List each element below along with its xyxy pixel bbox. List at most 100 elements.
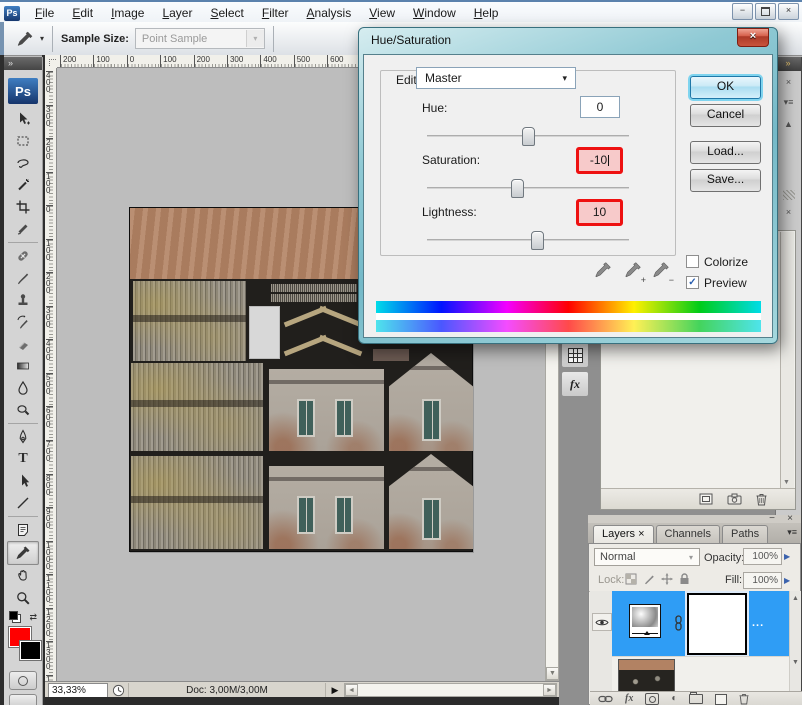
menu-item[interactable]: File bbox=[26, 4, 63, 22]
preview-checkbox[interactable]: ✓ bbox=[686, 276, 699, 289]
horizontal-scrollbar[interactable]: ◄ ► bbox=[344, 683, 557, 697]
panel-menu-icon[interactable]: ▾≡ bbox=[776, 96, 801, 108]
layer-name[interactable]: ... bbox=[752, 617, 764, 629]
new-layer-icon[interactable] bbox=[715, 694, 727, 705]
healing-brush-tool[interactable] bbox=[4, 245, 42, 267]
lock-position-move-icon[interactable] bbox=[661, 573, 673, 585]
close-button[interactable]: × bbox=[778, 3, 799, 20]
menu-item[interactable]: Filter bbox=[253, 4, 298, 22]
minimize-button[interactable]: − bbox=[732, 3, 753, 20]
scroll-down-icon[interactable]: ▼ bbox=[792, 659, 799, 666]
blur-tool[interactable] bbox=[4, 377, 42, 399]
timing-icon[interactable] bbox=[108, 683, 129, 698]
line-tool[interactable] bbox=[4, 492, 42, 514]
swatches-panel-button[interactable] bbox=[561, 342, 589, 368]
dodge-tool[interactable] bbox=[4, 399, 42, 421]
layer-style-fx-icon[interactable]: fx bbox=[625, 693, 633, 705]
eraser-tool[interactable] bbox=[4, 333, 42, 355]
marquee-tool[interactable] bbox=[4, 130, 42, 152]
menu-item[interactable]: Analysis bbox=[298, 4, 361, 22]
scroll-right-button[interactable]: ► bbox=[543, 684, 556, 696]
saturation-slider-thumb[interactable] bbox=[511, 179, 524, 198]
crop-tool[interactable] bbox=[4, 196, 42, 218]
scroll-down-icon[interactable]: ▼ bbox=[783, 479, 790, 486]
load-button[interactable]: Load... bbox=[690, 141, 761, 164]
panel-menu-icon[interactable]: ▾≡ bbox=[787, 527, 797, 538]
layer-mask-link-icon[interactable] bbox=[674, 615, 683, 631]
menu-item[interactable]: Edit bbox=[63, 4, 102, 22]
hand-tool[interactable] bbox=[4, 565, 42, 587]
hue-input[interactable]: 0 bbox=[580, 96, 620, 118]
new-document-from-state-icon[interactable] bbox=[699, 493, 713, 505]
menu-item[interactable]: Layer bbox=[153, 4, 201, 22]
move-tool[interactable] bbox=[4, 108, 42, 130]
dock-collapse-button[interactable]: » bbox=[776, 57, 801, 71]
tab-paths[interactable]: Paths bbox=[722, 525, 768, 543]
delete-layer-trash-icon[interactable] bbox=[739, 693, 749, 705]
lock-transparency-icon[interactable] bbox=[625, 573, 637, 585]
document-size-info[interactable]: Doc: 3,00M/3,00M bbox=[129, 683, 326, 698]
scroll-left-button[interactable]: ◄ bbox=[345, 684, 358, 696]
save-button[interactable]: Save... bbox=[690, 169, 761, 192]
tab-layers[interactable]: Layers × bbox=[593, 525, 654, 543]
fill-value-field[interactable]: 100% bbox=[743, 572, 782, 589]
background-color-swatch[interactable] bbox=[19, 640, 42, 661]
menu-item[interactable]: Help bbox=[465, 4, 508, 22]
status-expand-arrow[interactable]: ▶ bbox=[326, 685, 344, 696]
gradient-tool[interactable] bbox=[4, 355, 42, 377]
lock-pixels-brush-icon[interactable] bbox=[643, 573, 655, 585]
default-colors-icon[interactable] bbox=[9, 611, 21, 623]
ok-button[interactable]: OK bbox=[690, 76, 761, 99]
slice-tool[interactable] bbox=[4, 218, 42, 240]
screen-mode-button[interactable] bbox=[9, 694, 37, 705]
type-tool[interactable]: T bbox=[4, 448, 42, 470]
history-brush-tool[interactable] bbox=[4, 311, 42, 333]
menu-item[interactable]: Select bbox=[201, 4, 252, 22]
path-selection-tool[interactable] bbox=[4, 470, 42, 492]
layers-scrollbar[interactable]: ▲ ▼ bbox=[789, 591, 801, 691]
link-layers-icon[interactable] bbox=[598, 695, 613, 703]
eyedropper-tool[interactable] bbox=[7, 541, 39, 565]
colorize-checkbox[interactable] bbox=[686, 255, 699, 268]
menu-item[interactable]: View bbox=[360, 4, 404, 22]
lightness-input[interactable]: 10 bbox=[576, 199, 623, 226]
menu-item[interactable]: Image bbox=[102, 4, 153, 22]
hue-slider-thumb[interactable] bbox=[522, 127, 535, 146]
eyedropper-sample-icon[interactable] bbox=[594, 261, 614, 285]
delete-trash-icon[interactable] bbox=[756, 493, 767, 506]
adjustment-layer-thumbnail[interactable] bbox=[629, 604, 661, 638]
styles-panel-button[interactable]: fx bbox=[561, 371, 589, 397]
zoom-tool[interactable] bbox=[4, 587, 42, 609]
adjustment-layer-icon[interactable]: ◐ bbox=[671, 693, 677, 705]
saturation-input[interactable]: -10 bbox=[576, 147, 623, 174]
lightness-slider[interactable] bbox=[427, 239, 629, 241]
brush-tool[interactable] bbox=[4, 267, 42, 289]
scroll-up-icon[interactable]: ▲ bbox=[792, 595, 799, 602]
sample-size-dropdown[interactable]: Point Sample ▾ bbox=[135, 28, 265, 49]
opacity-slider-arrow[interactable]: ▶ bbox=[784, 552, 790, 561]
quick-mask-button[interactable] bbox=[9, 671, 37, 690]
new-snapshot-camera-icon[interactable] bbox=[727, 493, 742, 505]
add-layer-mask-icon[interactable] bbox=[645, 693, 659, 705]
scroll-down-button[interactable]: ▼ bbox=[546, 667, 559, 680]
background-layer-thumbnail[interactable] bbox=[618, 659, 675, 691]
saturation-slider[interactable] bbox=[427, 187, 629, 189]
layer-mask-thumbnail[interactable] bbox=[687, 593, 747, 655]
quick-selection-tool[interactable] bbox=[4, 174, 42, 196]
clone-stamp-tool[interactable] bbox=[4, 289, 42, 311]
blend-mode-dropdown[interactable]: Normal ▾ bbox=[594, 548, 700, 566]
notes-tool[interactable] bbox=[4, 519, 42, 541]
lock-all-padlock-icon[interactable] bbox=[679, 573, 690, 585]
opacity-value-field[interactable]: 100% bbox=[743, 548, 782, 565]
dialog-close-button[interactable]: × bbox=[737, 28, 769, 47]
eyedropper-add-icon[interactable]: + bbox=[624, 261, 644, 285]
layer-visibility-toggle[interactable] bbox=[592, 613, 612, 631]
eyedropper-subtract-icon[interactable]: − bbox=[652, 261, 672, 285]
tab-channels[interactable]: Channels bbox=[656, 525, 720, 543]
history-scrollbar[interactable]: ▼ bbox=[780, 232, 794, 488]
zoom-level-field[interactable]: 33,33% bbox=[48, 683, 108, 698]
layer-row-background[interactable] bbox=[612, 656, 790, 691]
tool-preset-picker[interactable]: ▾ bbox=[16, 30, 44, 48]
cancel-button[interactable]: Cancel bbox=[690, 104, 761, 127]
lasso-tool[interactable] bbox=[4, 152, 42, 174]
